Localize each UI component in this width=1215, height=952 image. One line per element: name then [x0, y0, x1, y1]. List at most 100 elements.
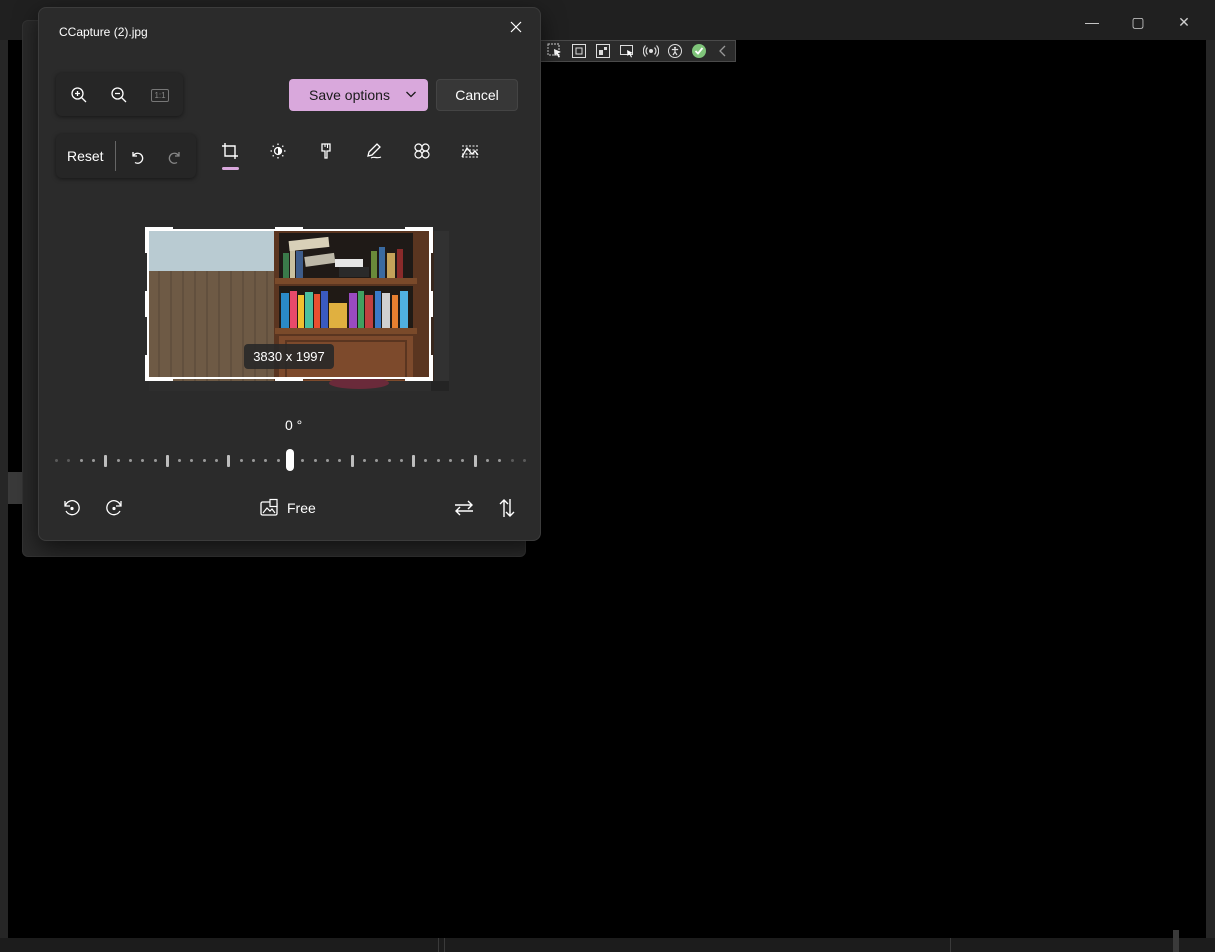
rotation-scale-tick	[523, 459, 526, 462]
rotation-scale-tick	[55, 459, 58, 462]
rotation-scale-tick	[424, 459, 428, 462]
crop-handle-bottom-right-vertical[interactable]	[429, 355, 433, 381]
rotation-scale-tick	[165, 455, 169, 467]
active-tool-indicator	[222, 167, 239, 170]
crop-handle-right[interactable]	[429, 291, 433, 317]
crop-handle-bottom-left-vertical[interactable]	[145, 355, 149, 381]
rotation-scale-tick	[436, 459, 440, 462]
dialog-title: CCapture (2).jpg	[59, 25, 148, 39]
frame-icon[interactable]	[569, 42, 588, 60]
rotate-right-icon[interactable]	[102, 496, 126, 520]
check-status-icon[interactable]	[689, 42, 708, 60]
crop-handle-top[interactable]	[275, 227, 303, 231]
rotation-scale-tick	[313, 459, 317, 462]
close-window-icon[interactable]: ✕	[1174, 12, 1194, 32]
cancel-button[interactable]: Cancel	[436, 79, 518, 111]
undo-icon[interactable]	[126, 146, 148, 168]
history-controls: Reset	[56, 134, 196, 178]
crop-handle-left[interactable]	[145, 291, 149, 317]
crop-icon[interactable]	[219, 140, 241, 162]
background-side-tab[interactable]	[8, 472, 22, 504]
rotation-scale-tick	[153, 459, 157, 462]
rotation-scale-tick	[473, 455, 477, 467]
aspect-ratio-icon	[259, 498, 279, 518]
actual-size-label: 1:1	[151, 88, 169, 102]
aspect-ratio-button[interactable]: Free	[259, 496, 316, 520]
maximize-icon[interactable]: ▢	[1128, 12, 1148, 32]
brightness-icon[interactable]	[267, 140, 289, 162]
rotation-scale-tick	[338, 459, 342, 462]
zoom-out-icon[interactable]	[108, 84, 130, 106]
rotation-angle-label: 0 °	[285, 417, 303, 433]
save-options-label: Save options	[309, 87, 390, 103]
rotation-scale-tick	[325, 459, 329, 462]
save-options-button[interactable]: Save options	[289, 79, 428, 111]
pen-icon[interactable]	[363, 140, 385, 162]
window-select-icon[interactable]	[617, 42, 636, 60]
rotation-scale-tick	[227, 455, 231, 467]
image-frame-icon[interactable]	[593, 42, 612, 60]
rotation-scale-tick	[510, 459, 514, 462]
background-blur-icon[interactable]	[459, 140, 481, 162]
rotation-scale-tick	[375, 459, 379, 462]
filter-icon[interactable]	[315, 140, 337, 162]
crop-dimensions-badge: 3830 x 1997	[244, 344, 334, 369]
zoom-in-icon[interactable]	[68, 84, 90, 106]
crop-outside-overlay	[431, 231, 449, 391]
select-pointer-icon[interactable]	[545, 42, 564, 60]
rotation-slider-thumb[interactable]	[286, 449, 294, 471]
chevron-down-icon	[405, 88, 417, 100]
background-left-panel	[0, 40, 8, 938]
reset-button[interactable]: Reset	[67, 148, 104, 164]
rotation-scale-tick	[178, 459, 182, 462]
rotation-scale-tick	[116, 459, 120, 462]
zoom-controls: 1:1	[56, 73, 183, 116]
rotation-scale-tick	[276, 459, 280, 462]
retouch-icon[interactable]	[411, 140, 433, 162]
rotation-scale-tick	[486, 459, 490, 462]
crop-handle-bottom[interactable]	[275, 377, 303, 381]
rotation-scale-tick	[399, 459, 403, 462]
background-scrollbar[interactable]	[1173, 930, 1179, 952]
rotation-scale-tick	[350, 455, 354, 467]
redo-icon[interactable]	[164, 146, 186, 168]
divider	[115, 141, 116, 171]
rotation-scale-tick	[498, 459, 502, 462]
rotation-scale-tick	[387, 459, 391, 462]
rotation-scale-tick	[128, 459, 132, 462]
crop-handle-top-left[interactable]	[145, 227, 173, 231]
rotate-left-icon[interactable]	[60, 496, 84, 520]
crop-handle-bottom-left[interactable]	[145, 377, 173, 381]
crop-handle-top-right-vertical[interactable]	[429, 227, 433, 253]
broadcast-icon[interactable]	[641, 42, 660, 60]
background-toolbar	[540, 40, 736, 62]
edit-image-dialog: CCapture (2).jpg 1:1 Save options Cancel…	[38, 7, 541, 541]
minimize-icon[interactable]: —	[1082, 12, 1102, 32]
rotation-scale-tick	[264, 459, 268, 462]
rotation-scale-tick	[239, 459, 243, 462]
rotation-scale-tick	[301, 459, 305, 462]
flip-horizontal-icon[interactable]	[452, 496, 476, 520]
rotation-scale-tick	[202, 459, 206, 462]
actual-size-icon[interactable]: 1:1	[148, 84, 172, 106]
rotation-scale-tick	[215, 459, 219, 462]
rotation-scale-tick	[362, 459, 366, 462]
flip-vertical-icon[interactable]	[495, 496, 519, 520]
rotation-scale-tick	[449, 459, 453, 462]
rotation-scale-tick	[67, 459, 71, 462]
aspect-ratio-label: Free	[287, 500, 316, 516]
close-icon[interactable]	[505, 16, 527, 38]
rotation-scale-tick	[141, 459, 145, 462]
rotation-scale-tick	[412, 455, 416, 467]
rotation-scale-tick	[190, 459, 194, 462]
collapse-chevron-icon[interactable]	[713, 42, 732, 60]
rotation-scale-tick	[79, 459, 83, 462]
rotation-scale-tick	[252, 459, 256, 462]
rotation-scale-tick	[461, 459, 465, 462]
rotation-slider[interactable]	[55, 449, 526, 471]
background-status-bar	[0, 938, 1215, 952]
background-right-panel	[1206, 40, 1215, 938]
rotation-scale-tick	[104, 455, 108, 467]
accessibility-icon[interactable]	[665, 42, 684, 60]
crop-handle-top-left-vertical[interactable]	[145, 227, 149, 253]
